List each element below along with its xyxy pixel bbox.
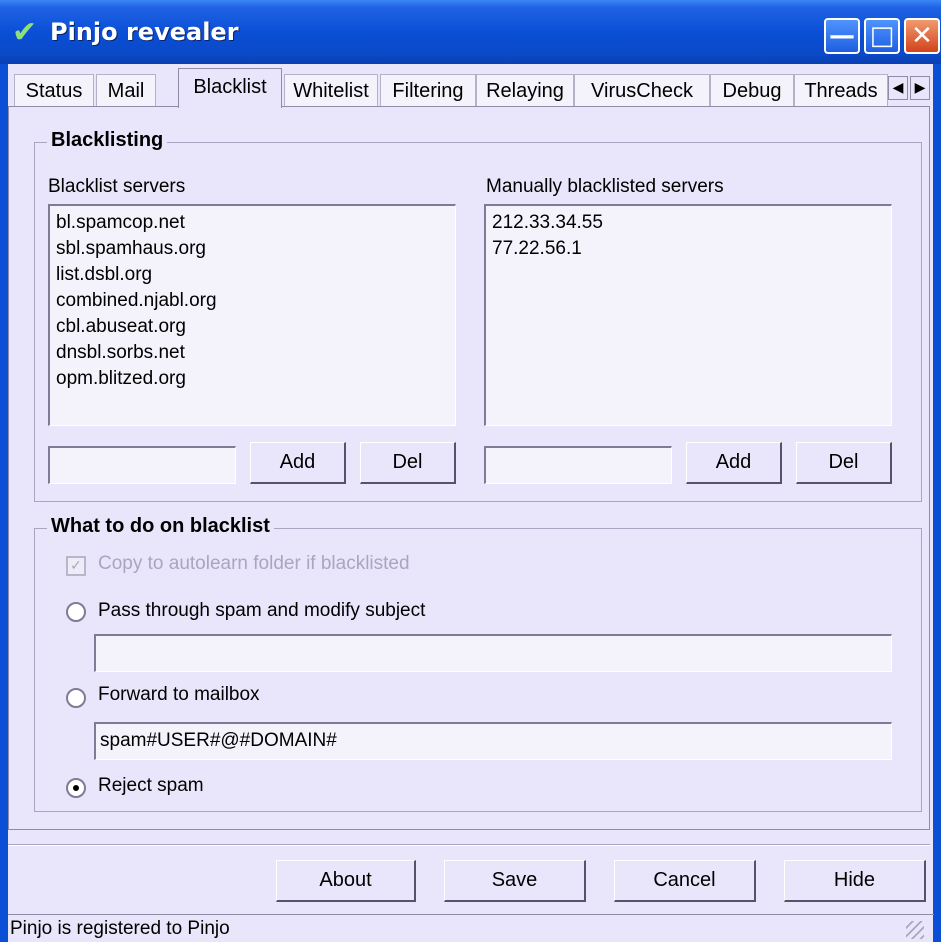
del-manual-blacklist-button[interactable]: Del (796, 442, 892, 484)
window-border-left (0, 64, 8, 942)
list-item[interactable]: 212.33.34.55 (492, 210, 885, 236)
arrow-right-icon: ▶ (914, 80, 926, 96)
tab-debug[interactable]: Debug (710, 74, 794, 106)
tab-bar: Status Mail Blacklist Whitelist Filterin… (8, 68, 940, 108)
manual-blacklist-input[interactable] (484, 446, 672, 484)
minimize-icon: — (829, 21, 855, 51)
resize-grip-icon[interactable] (906, 921, 924, 939)
tab-scroll-right-button[interactable]: ▶ (910, 76, 930, 100)
list-item[interactable]: 77.22.56.1 (492, 236, 885, 262)
tab-relaying[interactable]: Relaying (476, 74, 574, 106)
forward-mailbox-input[interactable]: spam#USER#@#DOMAIN# (94, 722, 892, 760)
blacklisting-group-title: Blacklisting (47, 129, 168, 152)
window-border-right (933, 64, 941, 942)
del-blacklist-server-button[interactable]: Del (360, 442, 456, 484)
blacklist-action-group-title: What to do on blacklist (47, 515, 274, 538)
pass-through-radio[interactable] (66, 602, 86, 622)
blacklist-servers-label: Blacklist servers (48, 176, 186, 197)
list-item[interactable]: opm.blitzed.org (56, 366, 449, 392)
window-title: Pinjo revealer (50, 18, 239, 46)
tab-whitelist[interactable]: Whitelist (284, 74, 378, 106)
hide-button[interactable]: Hide (784, 860, 926, 902)
main-window: ✔ Pinjo revealer — □ ✕ Status Mail Black… (0, 0, 941, 942)
app-check-icon: ✔ (12, 15, 38, 50)
tab-threads[interactable]: Threads (794, 74, 888, 106)
list-item[interactable]: combined.njabl.org (56, 288, 449, 314)
reject-spam-label: Reject spam (98, 775, 204, 796)
close-button[interactable]: ✕ (904, 18, 940, 54)
status-text: Pinjo is registered to Pinjo (10, 918, 230, 939)
title-bar[interactable]: ✔ Pinjo revealer — □ ✕ (0, 0, 941, 64)
cancel-button[interactable]: Cancel (614, 860, 756, 902)
tab-blacklist[interactable]: Blacklist (178, 68, 282, 108)
forward-mailbox-radio[interactable] (66, 688, 86, 708)
maximize-button[interactable]: □ (864, 18, 900, 54)
forward-mailbox-label: Forward to mailbox (98, 684, 260, 705)
tab-viruscheck[interactable]: VirusCheck (574, 74, 710, 106)
checkmark-icon: ✓ (70, 558, 82, 574)
minimize-button[interactable]: — (824, 18, 860, 54)
list-item[interactable]: sbl.spamhaus.org (56, 236, 449, 262)
modify-subject-input[interactable] (94, 634, 892, 672)
pass-through-label: Pass through spam and modify subject (98, 600, 426, 621)
about-button[interactable]: About (276, 860, 416, 902)
button-divider (8, 844, 930, 846)
radio-selected-dot (73, 785, 79, 791)
copy-autolearn-label: Copy to autolearn folder if blacklisted (98, 553, 410, 574)
manual-blacklist-list[interactable]: 212.33.34.55 77.22.56.1 (484, 204, 892, 426)
save-button[interactable]: Save (444, 860, 586, 902)
list-item[interactable]: dnsbl.sorbs.net (56, 340, 449, 366)
close-icon: ✕ (911, 21, 933, 51)
add-manual-blacklist-button[interactable]: Add (686, 442, 782, 484)
manual-blacklist-label: Manually blacklisted servers (486, 176, 724, 197)
add-blacklist-server-button[interactable]: Add (250, 442, 346, 484)
tab-mail[interactable]: Mail (96, 74, 156, 106)
list-item[interactable]: cbl.abuseat.org (56, 314, 449, 340)
blacklist-servers-list[interactable]: bl.spamcop.net sbl.spamhaus.org list.dsb… (48, 204, 456, 426)
reject-spam-radio[interactable] (66, 778, 86, 798)
copy-autolearn-checkbox[interactable]: ✓ (66, 556, 86, 576)
status-bar: Pinjo is registered to Pinjo (8, 914, 934, 942)
list-item[interactable]: bl.spamcop.net (56, 210, 449, 236)
maximize-icon: □ (869, 21, 895, 51)
arrow-left-icon: ◀ (892, 80, 904, 96)
tab-status[interactable]: Status (14, 74, 94, 106)
tab-scroll-left-button[interactable]: ◀ (888, 76, 908, 100)
list-item[interactable]: list.dsbl.org (56, 262, 449, 288)
tab-filtering[interactable]: Filtering (380, 74, 476, 106)
blacklist-server-input[interactable] (48, 446, 236, 484)
